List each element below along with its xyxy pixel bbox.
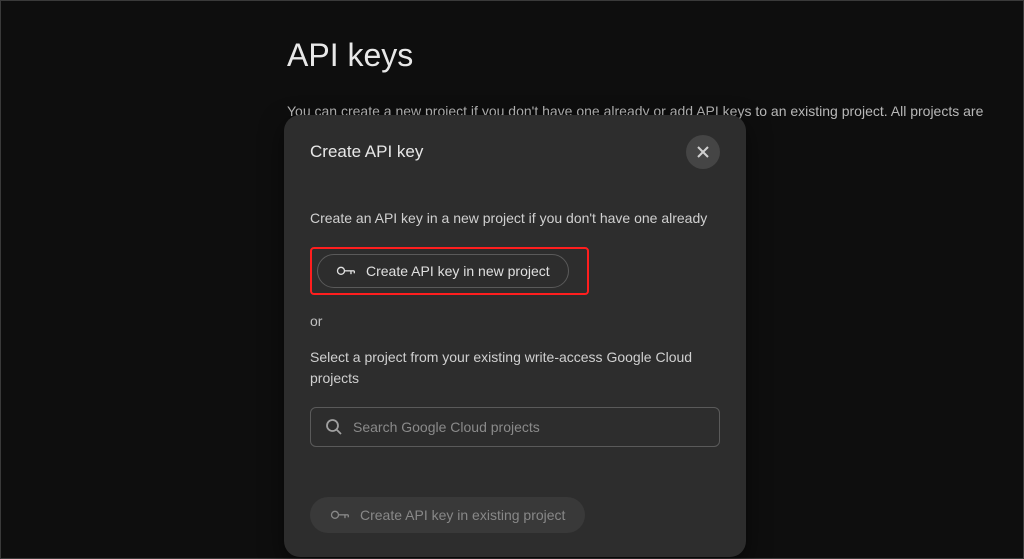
key-icon xyxy=(336,264,356,278)
search-icon xyxy=(325,418,343,436)
highlight-annotation: Create API key in new project xyxy=(310,247,589,295)
create-api-key-modal: Create API key Create an API key in a ne… xyxy=(284,115,746,557)
create-key-new-project-label: Create API key in new project xyxy=(366,263,550,279)
or-divider: or xyxy=(310,313,720,329)
create-key-existing-project-button: Create API key in existing project xyxy=(310,497,585,533)
modal-body: Create an API key in a new project if yo… xyxy=(310,209,720,533)
modal-title: Create API key xyxy=(310,142,423,162)
select-project-text: Select a project from your existing writ… xyxy=(310,347,720,389)
page-title: API keys xyxy=(287,37,1023,74)
create-key-new-project-button[interactable]: Create API key in new project xyxy=(317,254,569,288)
create-key-existing-project-label: Create API key in existing project xyxy=(360,507,565,523)
close-icon xyxy=(695,144,711,160)
close-button[interactable] xyxy=(686,135,720,169)
modal-header: Create API key xyxy=(310,135,720,169)
page-background: API keys You can create a new project if… xyxy=(1,1,1023,122)
key-icon xyxy=(330,508,350,522)
search-box[interactable] xyxy=(310,407,720,447)
search-input[interactable] xyxy=(353,419,705,435)
new-project-text: Create an API key in a new project if yo… xyxy=(310,209,720,229)
